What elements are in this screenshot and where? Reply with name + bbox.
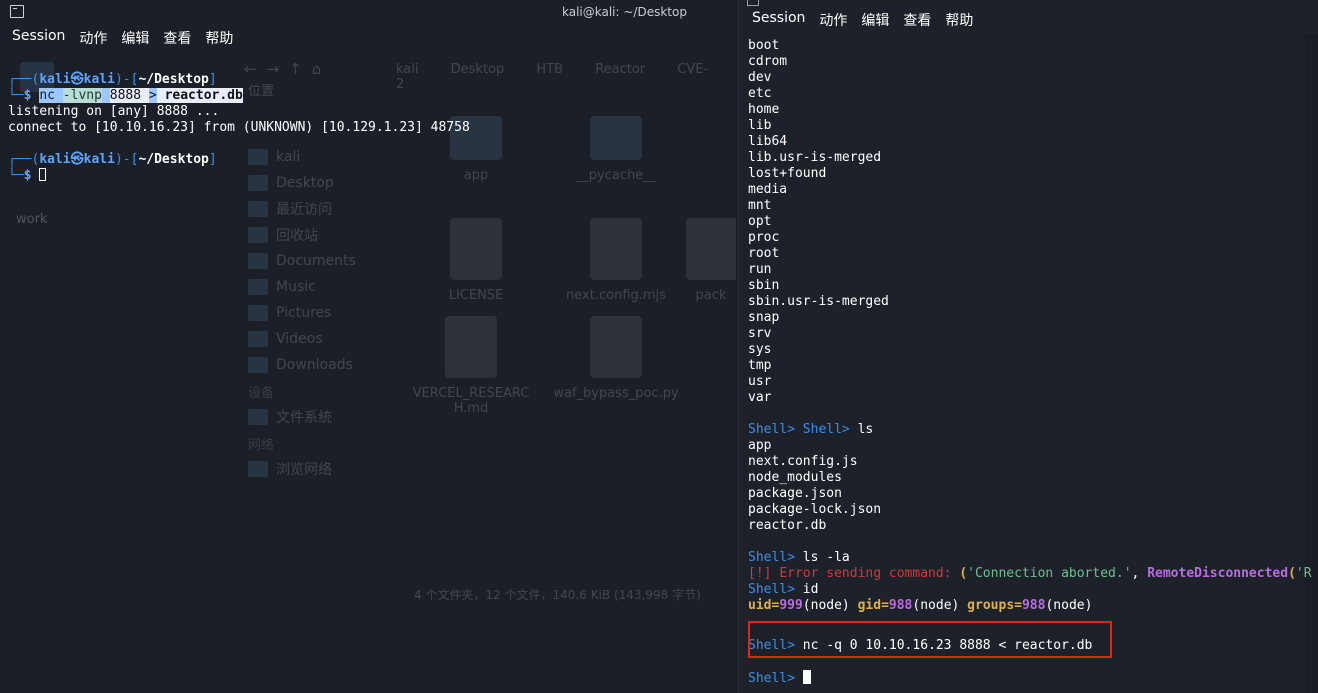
output-line: sbin.usr-is-merged [748,294,889,309]
command-line: Shell> ls -la [748,550,850,565]
output-line: boot [748,38,780,53]
output-line: package.json [748,486,842,501]
terminal-output: boot cdrom dev etc home lib lib64 lib.usr-is-me… [748,38,1312,687]
output-line: app [748,438,772,453]
output-line: snap [748,310,780,325]
text-cursor [39,168,47,181]
error-line: [!] Error sending command: ('Connection … [748,566,1312,581]
menu-help[interactable]: 帮助 [945,10,973,32]
terminal-right[interactable]: Session 动作 编辑 查看 帮助 boot cdrom dev etc home l… [738,0,1318,693]
command-line: Shell> Shell> ls [748,422,874,437]
output-line: uid=999(node) gid=988(node) groups=988(n… [748,598,1093,613]
output-line: sbin [748,278,780,293]
title-bar: kali@kali: ~/Desktop [0,0,738,24]
output-line: node_modules [748,470,842,485]
output-line: var [748,390,772,405]
output-line: proc [748,230,780,245]
text-cursor [802,670,811,684]
output-line: home [748,102,780,117]
output-line: connect to [10.10.16.23] from (UNKNOWN) … [8,120,470,135]
highlight-annotation-box [748,621,1112,658]
prompt-line: ┌──(kali㉿kali)-[~/Desktop] [8,72,217,87]
output-line: srv [748,326,772,341]
terminal-icon [10,5,24,18]
output-line: lib64 [748,134,788,149]
prompt-line: ┌──(kali㉿kali)-[~/Desktop] [8,152,217,167]
command-line[interactable]: Shell> [748,670,1312,687]
output-line: root [748,246,780,261]
menu-bar: Session 动作 编辑 查看 帮助 [752,10,973,32]
output-line: package-lock.json [748,502,882,517]
output-line: opt [748,214,772,229]
window-title: kali@kali: ~/Desktop [562,5,687,19]
output-line: next.config.js [748,454,858,469]
command-line: └─$ nc -lvnp 8888 > reactor.db [8,88,243,103]
menu-session[interactable]: Session [752,10,805,32]
output-line: usr [748,374,772,389]
menu-actions[interactable]: 动作 [819,10,847,32]
output-line: sys [748,342,772,357]
menu-edit[interactable]: 编辑 [121,28,149,50]
output-line: run [748,262,772,277]
output-line: dev [748,70,772,85]
output-line: mnt [748,198,772,213]
menu-edit[interactable]: 编辑 [861,10,889,32]
output-line: etc [748,86,772,101]
menu-session[interactable]: Session [12,28,65,50]
command-line: Shell> id [748,582,819,597]
output-line: tmp [748,358,772,373]
output-line: media [748,182,788,197]
output-line: cdrom [748,54,788,69]
output-line: reactor.db [748,518,827,533]
menu-actions[interactable]: 动作 [79,28,107,50]
menu-view[interactable]: 查看 [163,28,191,50]
menu-view[interactable]: 查看 [903,10,931,32]
command-line[interactable]: └─$ [8,168,470,184]
menu-help[interactable]: 帮助 [205,28,233,50]
output-line: lib.usr-is-merged [748,150,882,165]
output-line: lib [748,118,772,133]
output-line: listening on [any] 8888 ... [8,104,220,119]
output-line: lost+found [748,166,827,181]
terminal-output: ┌──(kali㉿kali)-[~/Desktop] └─$ nc -lvnp 8… [8,72,470,184]
menu-bar: Session 动作 编辑 查看 帮助 [12,28,233,50]
terminal-icon [747,0,759,6]
terminal-left[interactable]: kali@kali: ~/Desktop Session 动作 编辑 查看 帮助… [0,0,738,693]
